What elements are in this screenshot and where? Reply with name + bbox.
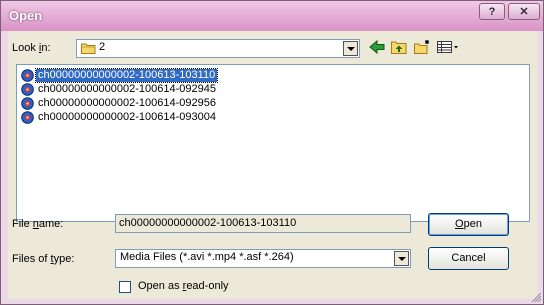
open-dialog: Open ? ✕ Look in: 2 ch00000000000002-100… xyxy=(0,0,544,305)
file-name: ch00000000000002-100614-092945 xyxy=(38,83,217,95)
read-only-checkbox[interactable] xyxy=(119,281,131,293)
new-folder-icon[interactable] xyxy=(413,39,431,55)
read-only-label: Open as read-only xyxy=(138,280,229,292)
look-in-dropdown-arrow[interactable] xyxy=(343,41,358,56)
view-menu-icon[interactable] xyxy=(436,39,460,55)
file-list[interactable]: ch00000000000002-100613-103110 ch0000000… xyxy=(16,64,530,222)
window-title: Open xyxy=(9,8,43,23)
folder-icon xyxy=(81,43,96,54)
file-name-field[interactable]: ch00000000000002-100613-103110 xyxy=(115,214,411,233)
media-file-icon xyxy=(21,111,34,124)
back-arrow-icon[interactable] xyxy=(368,39,386,55)
resize-grip-icon[interactable] xyxy=(530,291,542,303)
file-type-dropdown-arrow[interactable] xyxy=(394,251,409,266)
up-folder-icon[interactable] xyxy=(390,39,408,55)
media-file-icon xyxy=(21,97,34,110)
media-file-icon xyxy=(21,69,34,82)
title-bar[interactable]: Open ? ✕ xyxy=(1,1,543,31)
dialog-body: Look in: 2 ch00000000000002-100613-10311… xyxy=(8,31,537,299)
open-button[interactable]: Open xyxy=(428,213,509,236)
help-button[interactable]: ? xyxy=(479,3,505,20)
close-button[interactable]: ✕ xyxy=(508,3,540,20)
file-name-label: File name: xyxy=(12,218,64,230)
file-type-value: Media Files (*.avi *.mp4 *.asf *.264) xyxy=(120,251,294,263)
look-in-value: 2 xyxy=(99,41,106,53)
file-type-label: Files of type: xyxy=(12,253,75,265)
look-in-label: Look in: xyxy=(12,42,51,54)
file-type-dropdown[interactable]: Media Files (*.avi *.mp4 *.asf *.264) xyxy=(115,249,411,268)
media-file-icon xyxy=(21,83,34,96)
look-in-dropdown[interactable]: 2 xyxy=(76,39,360,58)
file-name: ch00000000000002-100614-092956 xyxy=(38,97,217,109)
file-name: ch00000000000002-100614-093004 xyxy=(38,111,217,123)
cancel-button[interactable]: Cancel xyxy=(428,247,509,270)
file-name: ch00000000000002-100613-103110 xyxy=(34,68,219,83)
